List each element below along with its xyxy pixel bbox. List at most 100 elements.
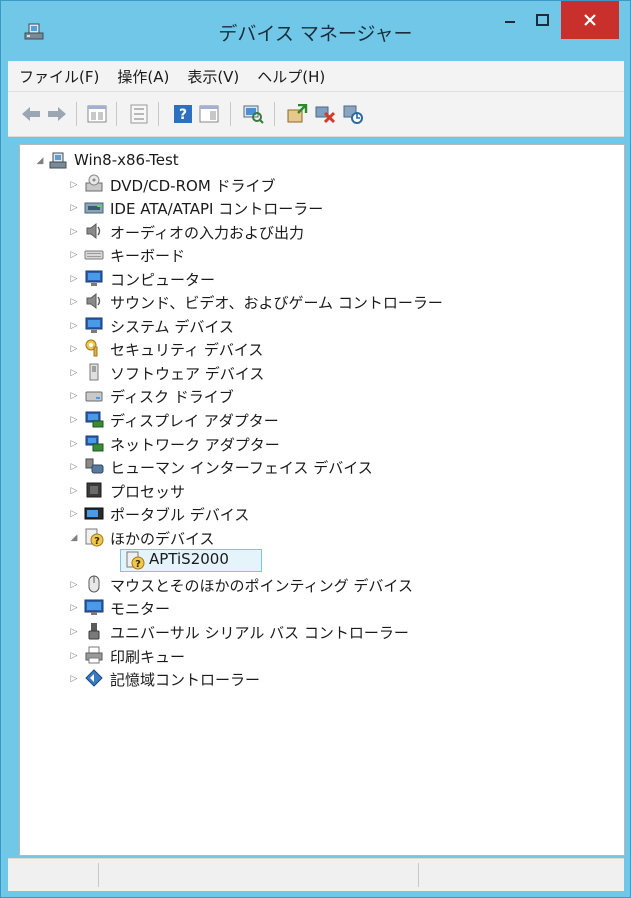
toolbar-separator	[158, 102, 159, 126]
category-item[interactable]: ▷ 印刷キュー	[20, 644, 620, 667]
toolbar-separator	[230, 102, 231, 126]
expand-arrow-icon[interactable]: ▷	[68, 367, 80, 379]
update-driver-button[interactable]	[286, 103, 308, 125]
expand-arrow-icon[interactable]: ▷	[68, 226, 80, 238]
category-item[interactable]: ▷ 記憶域コントローラー	[20, 667, 620, 690]
category-item[interactable]: ▷ システム デバイス	[20, 314, 620, 337]
category-item[interactable]: ▷ ネットワーク アダプター	[20, 432, 620, 455]
enable-device-button[interactable]	[342, 103, 364, 125]
category-item[interactable]: ▷ プロセッサ	[20, 479, 620, 502]
collapse-arrow-icon[interactable]: ◢	[68, 532, 80, 544]
expand-arrow-icon[interactable]: ▷	[68, 414, 80, 426]
expand-arrow-icon[interactable]: ▷	[68, 390, 80, 402]
expand-arrow-icon[interactable]: ▷	[68, 343, 80, 355]
expand-arrow-icon[interactable]: ▷	[68, 179, 80, 191]
scan-hardware-changes-button[interactable]	[242, 103, 264, 125]
svg-text:?: ?	[135, 559, 141, 570]
expand-arrow-icon[interactable]: ▷	[68, 673, 80, 685]
expand-arrow-icon[interactable]: ▷	[68, 602, 80, 614]
category-item[interactable]: ▷ コンピューター	[20, 267, 620, 290]
software-device-icon	[89, 363, 99, 381]
mouse-icon	[88, 575, 100, 593]
expand-arrow-icon[interactable]: ▷	[68, 626, 80, 638]
title-bar[interactable]: デバイス マネージャー	[1, 1, 630, 59]
computer-icon	[85, 317, 103, 333]
forward-button[interactable]	[46, 103, 68, 125]
category-item[interactable]: ▷ ディスプレイ アダプター	[20, 408, 620, 431]
menu-help[interactable]: ヘルプ(H)	[257, 66, 325, 87]
category-item[interactable]: ▷ DVD/CD-ROM ドライブ	[20, 173, 620, 196]
computer-icon	[49, 152, 67, 169]
menu-file[interactable]: ファイル(F)	[19, 66, 99, 87]
speaker-icon	[86, 293, 101, 310]
category-item-label: ポータブル デバイス	[110, 506, 250, 525]
category-item[interactable]: ▷ ヒューマン インターフェイス デバイス	[20, 455, 620, 478]
category-item[interactable]: ▷ ポータブル デバイス	[20, 502, 620, 525]
device-tree[interactable]: ◢ Win8-x86-Test ▷ DVD/CD-ROM ドライブ ▷ IDE ATA…	[19, 144, 625, 856]
expand-arrow-icon[interactable]: ▷	[68, 438, 80, 450]
computer-icon	[85, 270, 103, 286]
expand-arrow-icon[interactable]: ▷	[68, 273, 80, 285]
minimize-button[interactable]	[495, 3, 525, 37]
category-item[interactable]: ▷ サウンド、ビデオ、およびゲーム コントローラー	[20, 290, 620, 313]
category-item-label: 記憶域コントローラー	[110, 671, 261, 690]
close-button[interactable]	[561, 1, 619, 39]
show-hide-console-tree-button[interactable]	[86, 103, 108, 125]
status-divider	[418, 863, 419, 887]
expand-arrow-icon[interactable]: ▷	[68, 296, 80, 308]
expand-arrow-icon[interactable]: ▷	[68, 320, 80, 332]
category-item[interactable]: ▷ IDE ATA/ATAPI コントローラー	[20, 196, 620, 219]
maximize-button[interactable]	[527, 3, 557, 37]
category-item[interactable]: ▷ セキュリティ デバイス	[20, 337, 620, 360]
category-item[interactable]: ▷ キーボード	[20, 243, 620, 266]
category-item[interactable]: ▷ マウスとそのほかのポインティング デバイス	[20, 573, 620, 596]
category-item[interactable]: ◢? ほかのデバイス	[20, 526, 620, 549]
expand-arrow-icon[interactable]: ▷	[68, 650, 80, 662]
monitor-icon	[84, 599, 104, 616]
category-item[interactable]: ▷ モニター	[20, 596, 620, 619]
forward-arrow-icon	[48, 107, 66, 121]
category-item-label: DVD/CD-ROM ドライブ	[110, 176, 276, 195]
help-button[interactable]: ?	[172, 103, 194, 125]
key-icon	[85, 339, 98, 357]
enable-device-icon	[343, 105, 363, 124]
toolbar: ?	[8, 92, 624, 137]
category-item-label: マウスとそのほかのポインティング デバイス	[110, 576, 413, 595]
category-item-label: 印刷キュー	[110, 647, 186, 666]
category-item-label: システム デバイス	[110, 317, 234, 336]
category-item[interactable]: ▷ ディスク ドライブ	[20, 384, 620, 407]
category-item[interactable]: ▷ オーディオの入力および出力	[20, 220, 620, 243]
category-item[interactable]: ▷ ユニバーサル シリアル バス コントローラー	[20, 620, 620, 643]
tree-root[interactable]: ◢ Win8-x86-Test	[20, 149, 620, 172]
back-button[interactable]	[20, 103, 42, 125]
category-item-label: プロセッサ	[110, 482, 186, 501]
category-item-label: ほかのデバイス	[110, 529, 215, 548]
expand-arrow-icon[interactable]: ▷	[68, 485, 80, 497]
properties-button[interactable]	[128, 103, 150, 125]
uninstall-icon	[315, 106, 336, 124]
status-divider	[98, 863, 99, 887]
category-item-label: ユニバーサル シリアル バス コントローラー	[110, 623, 409, 642]
menu-action[interactable]: 操作(A)	[117, 66, 169, 87]
expand-arrow-icon[interactable]: ▷	[68, 508, 80, 520]
scan-hardware-icon	[243, 105, 264, 124]
unknown-device-icon: ?	[85, 528, 104, 547]
category-item[interactable]: ▷ ソフトウェア デバイス	[20, 361, 620, 384]
unknown-device-icon: ?	[126, 551, 145, 570]
console-tree-icon	[87, 105, 107, 123]
category-item-label: セキュリティ デバイス	[110, 341, 264, 360]
display-adapter-icon	[85, 411, 104, 428]
uninstall-device-button[interactable]	[314, 103, 336, 125]
keyboard-icon	[84, 250, 104, 260]
device-item-label: APTiS2000	[149, 550, 229, 569]
expand-arrow-icon[interactable]: ▷	[68, 202, 80, 214]
expand-arrow-icon[interactable]: ▷	[68, 579, 80, 591]
expand-arrow-icon[interactable]: ▷	[68, 249, 80, 261]
menu-view[interactable]: 表示(V)	[187, 66, 239, 87]
show-action-pane-button[interactable]	[198, 103, 220, 125]
expand-arrow-icon[interactable]: ▷	[68, 461, 80, 473]
category-item-label: オーディオの入力および出力	[110, 223, 304, 242]
collapse-arrow-icon[interactable]: ◢	[34, 155, 46, 167]
dvd-drive-icon	[85, 174, 103, 191]
device-item[interactable]: ? APTiS2000	[120, 549, 262, 573]
